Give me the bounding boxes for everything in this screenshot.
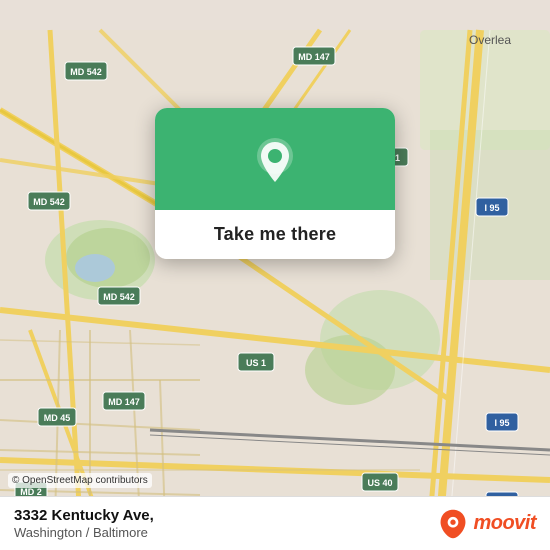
location-pin-icon	[249, 136, 301, 188]
svg-text:US 1: US 1	[246, 358, 266, 368]
take-me-there-button[interactable]: Take me there	[155, 210, 395, 259]
svg-text:US 40: US 40	[367, 478, 392, 488]
moovit-brand-text: moovit	[473, 512, 536, 535]
svg-text:Overlea: Overlea	[469, 33, 511, 47]
svg-text:MD 542: MD 542	[103, 292, 135, 302]
address-line: 3332 Kentucky Ave,	[14, 507, 154, 524]
bottom-bar: 3332 Kentucky Ave, Washington / Baltimor…	[0, 496, 550, 550]
svg-text:I 95: I 95	[494, 418, 509, 428]
moovit-pin-icon	[437, 508, 469, 540]
svg-text:MD 147: MD 147	[298, 52, 330, 62]
svg-text:MD 147: MD 147	[108, 397, 140, 407]
popup-card: Take me there	[155, 108, 395, 259]
map-container: MD 542 MD 542 MD 542 MD 147 MD 147 US 1 …	[0, 0, 550, 550]
svg-text:MD 45: MD 45	[44, 413, 71, 423]
city-line: Washington / Baltimore	[14, 525, 154, 540]
osm-attribution: © OpenStreetMap contributors	[8, 473, 152, 488]
svg-text:MD 542: MD 542	[70, 67, 102, 77]
address-container: 3332 Kentucky Ave, Washington / Baltimor…	[14, 507, 154, 540]
map-background: MD 542 MD 542 MD 542 MD 147 MD 147 US 1 …	[0, 0, 550, 550]
popup-green-header	[155, 108, 395, 210]
moovit-logo: moovit	[437, 508, 536, 540]
svg-text:I 95: I 95	[484, 203, 499, 213]
svg-text:MD 542: MD 542	[33, 197, 65, 207]
